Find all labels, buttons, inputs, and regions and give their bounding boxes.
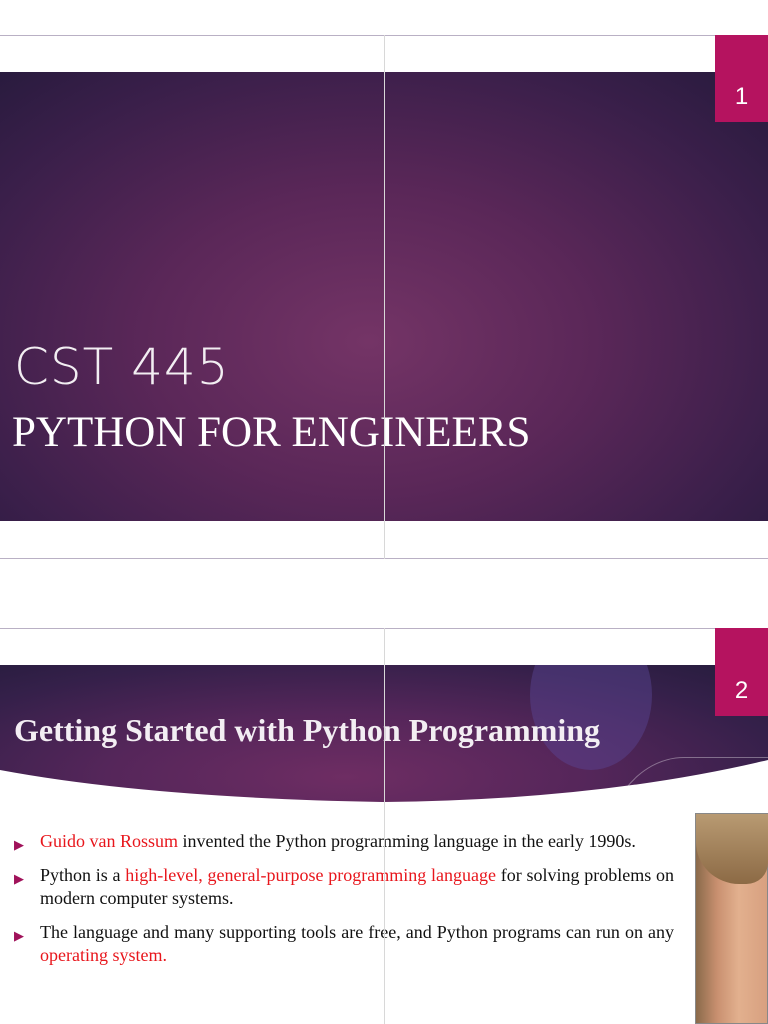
bullet-text: The language and many supporting tools a… bbox=[40, 922, 674, 942]
bullet-text: invented the Python programming language… bbox=[178, 831, 636, 851]
slide2-title: Getting Started with Python Programming bbox=[14, 712, 601, 748]
highlight-text: Guido van Rossum bbox=[40, 831, 179, 851]
bullet-text: Python is a bbox=[40, 865, 126, 885]
highlight-text: operating system. bbox=[40, 945, 167, 965]
triangle-bullet-icon: ▶ bbox=[14, 837, 24, 852]
course-title: PYTHON FOR ENGINEERS bbox=[12, 409, 531, 456]
bullet-item: ▶ The language and many supporting tools … bbox=[14, 921, 674, 967]
triangle-bullet-icon: ▶ bbox=[14, 928, 24, 943]
page-fold-line bbox=[384, 628, 385, 1024]
course-code: CST 445 bbox=[14, 338, 230, 396]
page-fold-line bbox=[384, 35, 385, 559]
slide1-number-badge: 1 bbox=[715, 35, 768, 122]
bullet-item: ▶ Python is a high-level, general-purpose… bbox=[14, 864, 674, 910]
slide2-number-badge: 2 bbox=[715, 628, 768, 716]
triangle-bullet-icon: ▶ bbox=[14, 871, 24, 886]
bullet-list: ▶ Guido van Rossum invented the Python pr… bbox=[14, 830, 674, 978]
highlight-text: high-level, general-purpose programming … bbox=[125, 865, 496, 885]
bullet-item: ▶ Guido van Rossum invented the Python pr… bbox=[14, 830, 674, 853]
